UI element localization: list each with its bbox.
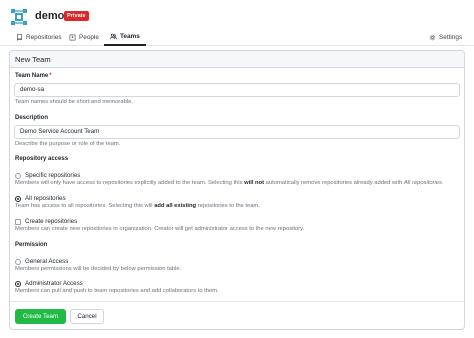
specific-help-bold: will not [244,180,265,186]
general-access-label[interactable]: General Access [25,258,68,265]
team-name-label-text: Team Name [15,73,49,79]
description-help: Describe the purpose or role of the team… [15,141,121,147]
tab-people-label: People [79,34,99,41]
tab-people[interactable]: People [63,29,105,46]
org-avatar-icon[interactable] [9,7,29,27]
new-team-form: New Team Team Name* demo-sa Team names s… [9,50,465,330]
description-input[interactable]: Demo Service Account Team [14,125,460,139]
org-header: demo Private Repositories People Teams S… [0,0,474,46]
description-label: Description [15,115,49,121]
people-icon [110,33,117,40]
tab-settings[interactable]: Settings [423,29,468,46]
all-help-bold: add all existing [154,203,197,209]
all-repos-help: Team has access to all repositories. Sel… [15,203,260,209]
form-title: New Team [10,51,464,68]
create-repos-help: Members can create new repositories in o… [15,226,305,232]
private-badge: Private [64,11,89,21]
specific-help-part3: . [441,180,444,186]
team-name-input[interactable]: demo-sa [14,83,460,97]
org-name[interactable]: demo [35,9,64,23]
cancel-button[interactable]: Cancel [70,309,104,324]
specific-repos-help: Members will only have access to reposit… [15,180,444,186]
tab-settings-label: Settings [439,34,463,41]
admin-access-radio[interactable] [15,281,21,287]
team-name-help: Team names should be short and memorable… [15,99,133,105]
admin-access-help: Members can pull and push to team reposi… [15,288,219,294]
specific-help-part2: automatically remove repositories alread… [264,180,404,186]
specific-repos-label[interactable]: Specific repositories [25,172,80,179]
gear-icon [429,34,436,41]
person-icon [69,34,76,41]
all-repos-label[interactable]: All repositories [25,195,66,202]
all-repos-radio[interactable] [15,196,21,202]
admin-access-label[interactable]: Administrator Access [25,280,83,287]
tab-teams[interactable]: Teams [104,29,146,46]
general-access-help: Members permissions will be decided by b… [15,266,182,272]
specific-repos-radio[interactable] [15,173,21,179]
specific-help-part1: Members will only have access to reposit… [15,180,245,186]
permission-label: Permission [15,242,48,248]
create-team-button[interactable]: Create Team [15,309,66,324]
repo-icon [16,34,23,41]
required-mark: * [49,73,52,79]
tab-repositories[interactable]: Repositories [10,29,68,46]
tab-repositories-label: Repositories [26,34,62,41]
general-access-radio[interactable] [15,259,21,265]
form-divider [10,301,464,302]
create-repos-label[interactable]: Create repositories [25,218,77,225]
create-repos-checkbox[interactable] [15,219,21,225]
specific-help-italic: All repositories [403,180,442,186]
all-help-part2: repositories to the team. [196,203,260,209]
team-name-label: Team Name* [15,73,52,79]
all-help-part1: Team has access to all repositories. Sel… [15,203,155,209]
org-tabs: Repositories People Teams Settings [0,29,474,46]
tab-teams-label: Teams [120,33,140,40]
repo-access-label: Repository access [15,156,69,162]
